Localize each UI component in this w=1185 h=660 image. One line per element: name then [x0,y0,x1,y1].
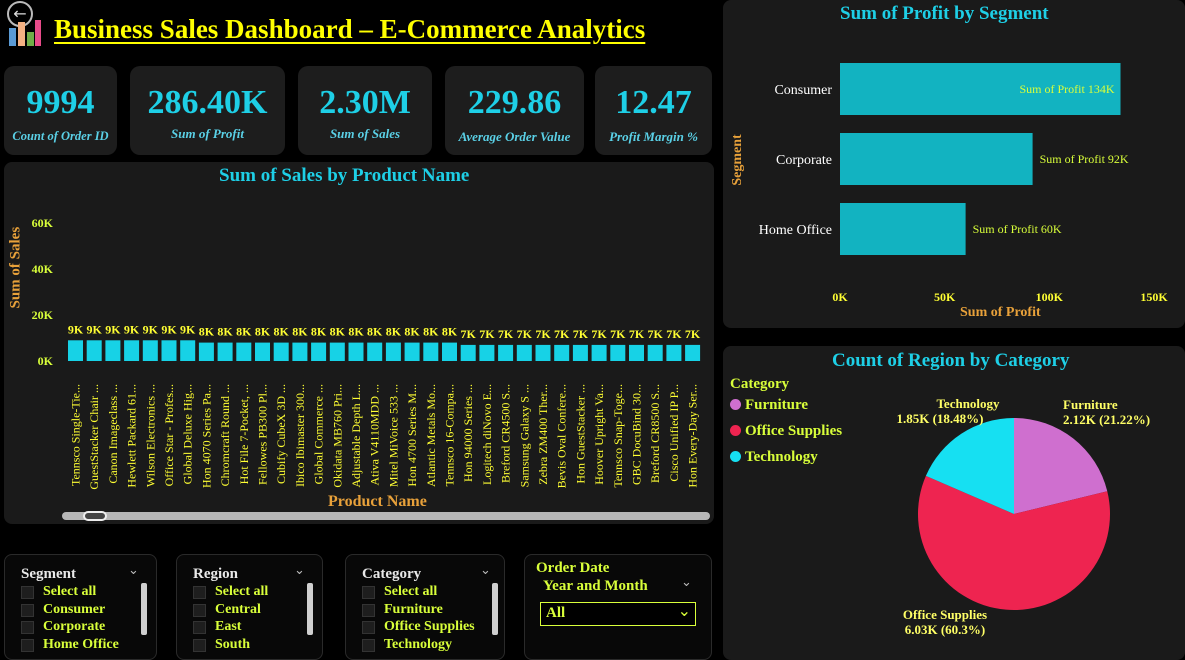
slicer-option[interactable]: South [193,637,268,655]
chevron-down-icon[interactable]: ⌄ [128,563,139,578]
slicer-option[interactable]: Select all [21,584,119,602]
slicer-title: Region [193,566,238,582]
checkbox[interactable] [193,586,206,599]
checkbox[interactable] [21,638,34,652]
pie-label-value: 2.12K (21.22%) [1063,412,1150,427]
slicer-option[interactable]: Technology [362,637,475,655]
checkbox[interactable] [362,603,375,617]
date-dropdown-value: All [546,605,566,621]
slicer-option[interactable]: East [193,619,268,637]
segment-slicer[interactable]: Segment ⌄ Select all Consumer Corporate … [4,554,157,660]
chevron-down-icon[interactable]: ⌄ [678,601,691,620]
slicer-scrollbar[interactable] [492,583,498,635]
order-date-slicer[interactable]: Order Date Year and Month ⌄ All ⌄ [524,554,712,660]
slicer-scrollbar[interactable] [307,583,313,635]
slicer-option[interactable]: Select all [193,584,268,602]
checkbox[interactable] [21,586,34,599]
slicer-option[interactable]: Central [193,602,268,620]
checkbox[interactable] [193,603,206,617]
pie-label-name: Office Supplies [903,607,987,622]
slicer-option[interactable]: Home Office [21,637,119,655]
category-slicer[interactable]: Category ⌄ Select all Furniture Office S… [345,554,505,660]
slicer-option[interactable]: Corporate [21,619,119,637]
checkbox[interactable] [193,638,206,652]
checkbox[interactable] [362,621,375,634]
slicer-subtitle: Year and Month [543,578,648,594]
pie-label-name: Technology [936,396,1000,411]
slicer-option[interactable]: Select all [362,584,475,602]
slicer-title: Category [362,566,422,582]
chevron-down-icon[interactable]: ⌄ [480,563,491,578]
chevron-down-icon[interactable]: ⌄ [681,575,692,590]
pie-label-value: 1.85K (18.48%) [896,411,983,426]
slicer-title: Segment [21,566,76,582]
slicer-title: Order Date [536,560,610,576]
checkbox[interactable] [193,621,206,634]
checkbox[interactable] [21,621,34,634]
pie-label-value: 6.03K (60.3%) [905,622,986,637]
chevron-down-icon[interactable]: ⌄ [294,563,305,578]
checkbox[interactable] [362,586,375,599]
pie-label-name: Furniture [1063,397,1118,412]
slicer-option[interactable]: Office Supplies [362,619,475,637]
slicer-scrollbar[interactable] [141,583,147,635]
checkbox[interactable] [362,638,375,652]
slicer-option[interactable]: Furniture [362,602,475,620]
region-slicer[interactable]: Region ⌄ Select all Central East South [176,554,323,660]
slicer-option[interactable]: Consumer [21,602,119,620]
date-dropdown[interactable]: All ⌄ [540,601,696,626]
checkbox[interactable] [21,603,34,617]
